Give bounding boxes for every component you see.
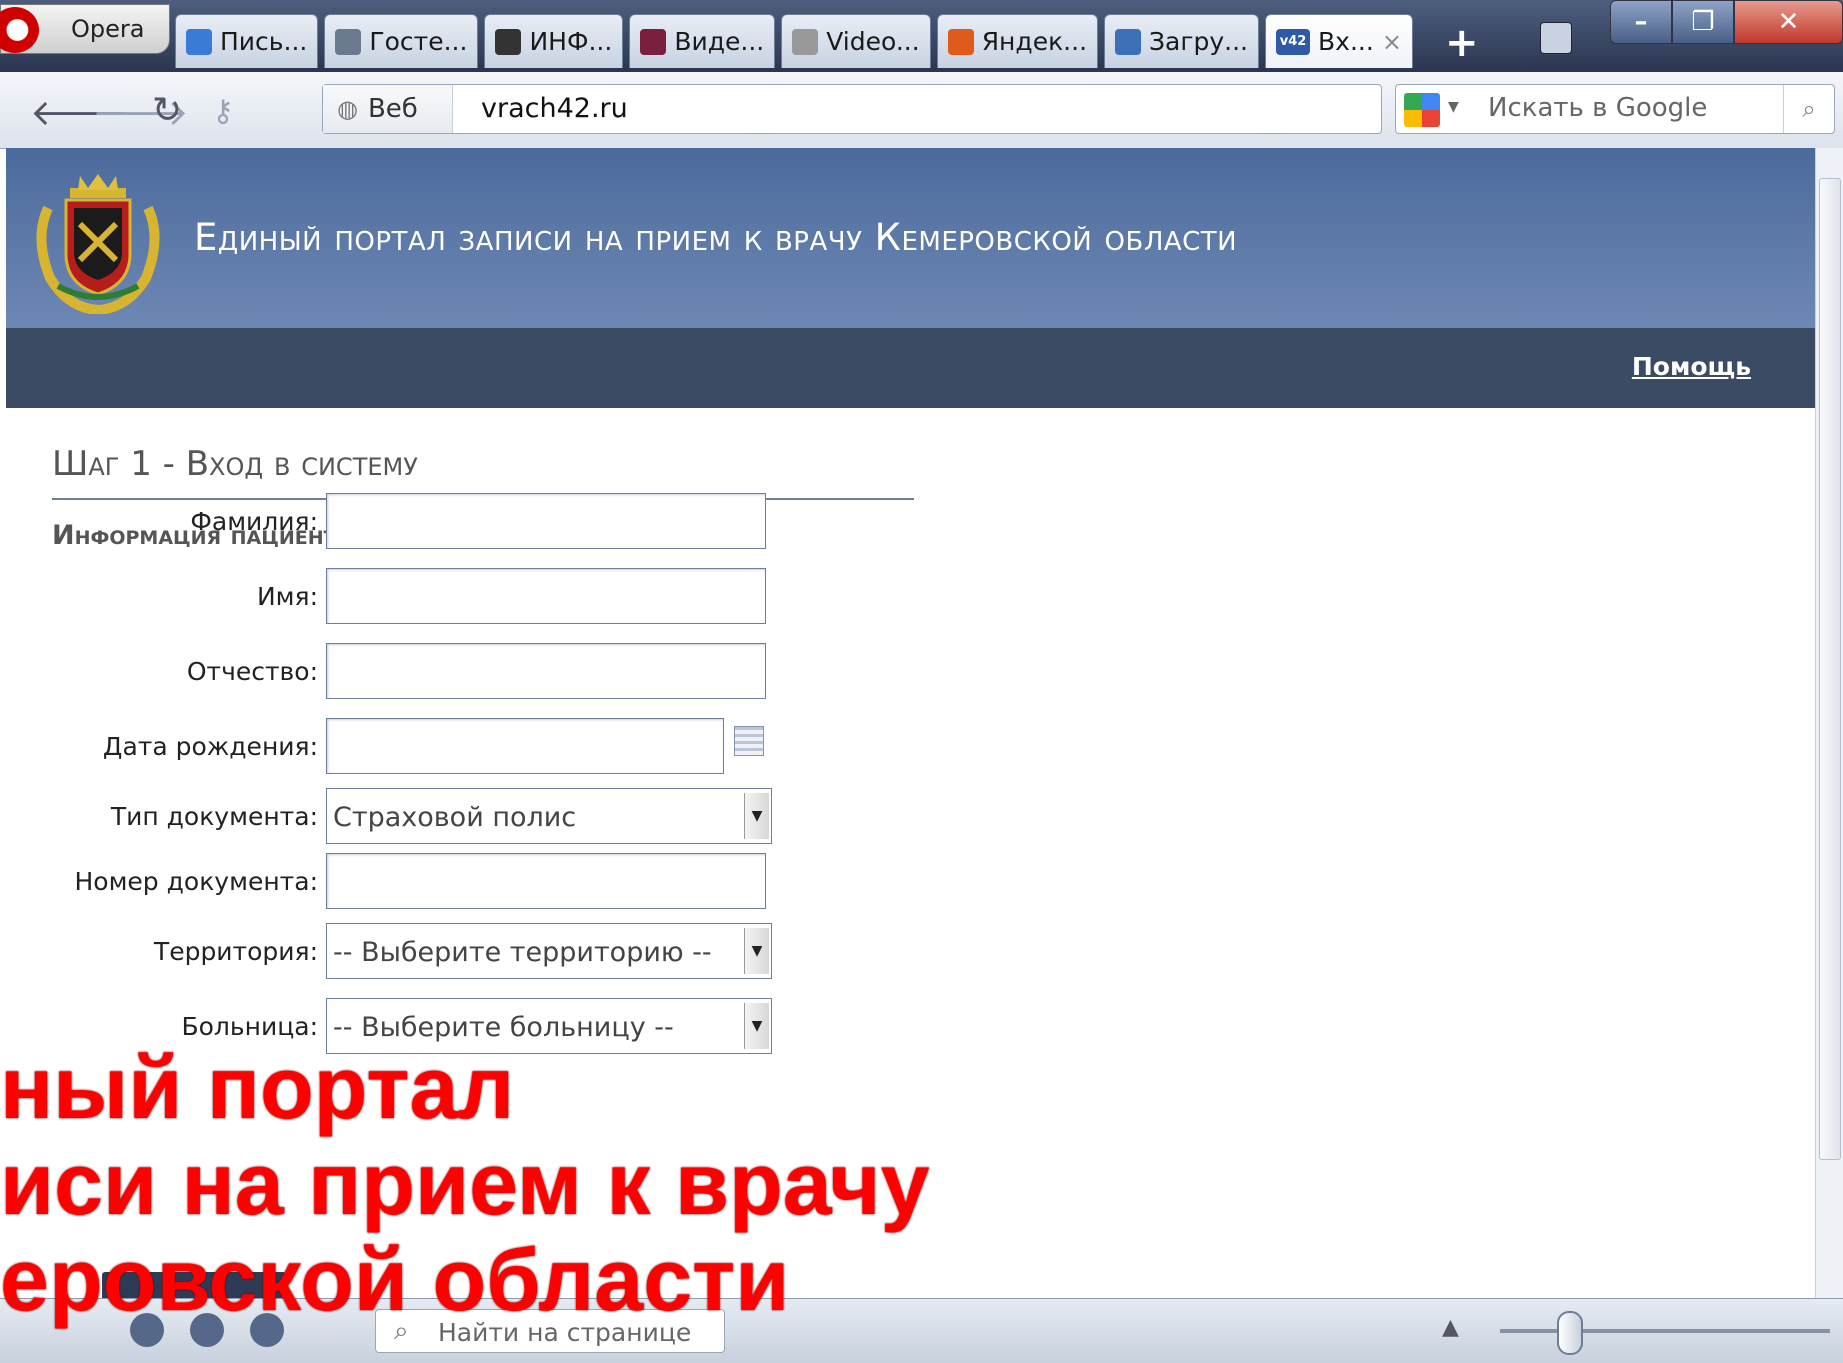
- loading-icon: [792, 28, 819, 55]
- tab-label: Пись...: [220, 27, 308, 56]
- zoom-slider[interactable]: [1500, 1329, 1830, 1333]
- people-icon: [947, 28, 974, 55]
- overlay-line: иси на прием к врачу: [0, 1134, 930, 1233]
- tab-strip: Пись... Госте... ИНФ... Виде... Video... Янде…: [175, 14, 1413, 70]
- select-field[interactable]: -- Выберите территорию -- ▼: [326, 923, 772, 979]
- browser-tab[interactable]: Яндек...: [936, 14, 1099, 68]
- site-menu-bar: Помощь: [6, 328, 1815, 408]
- overlay-line: ный портал: [0, 1038, 515, 1137]
- window-controls: – ❐ ✕: [1610, 0, 1843, 46]
- v42-icon: v42: [1276, 28, 1311, 55]
- select-field[interactable]: Страховой полис ▼: [326, 788, 772, 844]
- form-row: Территория: -- Выберите территорию -- ▼: [6, 923, 786, 981]
- site-header: Единый портал записи на прием к врачу Ке…: [6, 148, 1815, 328]
- slide-overlay-text: ный портал иси на прием к врачу еровской о…: [0, 1040, 930, 1328]
- close-window-button[interactable]: ✕: [1734, 0, 1843, 44]
- close-tab-icon[interactable]: ×: [1382, 28, 1402, 56]
- navigation-bar: 🡐 🡒 ↻ ⚷ ◍ Веб vrach42.ru ▼ Искать в Goog…: [0, 72, 1843, 149]
- zoom-slider-thumb[interactable]: [1557, 1311, 1583, 1355]
- maximize-button[interactable]: ❐: [1672, 0, 1734, 44]
- step-title: Шаг 1 - Вход в систему: [52, 444, 418, 484]
- tab-label: Госте...: [369, 27, 468, 56]
- form-row: Имя:: [6, 568, 786, 626]
- opera-menu-label: Opera: [71, 15, 145, 43]
- text-input[interactable]: [326, 493, 766, 549]
- browser-window: Opera Пись... Госте... ИНФ... Виде... Video.…: [0, 0, 1843, 1363]
- select-value: Страховой полис: [333, 802, 577, 833]
- form-row: Номер документа:: [6, 853, 786, 911]
- browser-tab[interactable]: v42 Вх... ×: [1265, 14, 1413, 68]
- date-input[interactable]: [326, 718, 724, 774]
- browser-tab[interactable]: Виде...: [629, 14, 776, 68]
- help-link[interactable]: Помощь: [1632, 352, 1751, 381]
- tab-bar: Opera Пись... Госте... ИНФ... Виде... Video.…: [0, 0, 1843, 72]
- select-value: -- Выберите территорию --: [333, 937, 712, 968]
- tab-label: ИНФ...: [529, 27, 613, 56]
- field-label: Отчество:: [186, 657, 318, 686]
- search-input[interactable]: Искать в Google: [1488, 93, 1707, 123]
- field-label: Номер документа:: [74, 867, 318, 896]
- chevron-down-icon[interactable]: ▼: [744, 928, 769, 974]
- address-mode-label: Веб: [367, 94, 418, 124]
- vertical-scrollbar[interactable]: [1815, 148, 1843, 1298]
- browser-tab[interactable]: Госте...: [324, 14, 479, 68]
- key-icon[interactable]: ⚷: [212, 94, 234, 129]
- trash-icon[interactable]: [1540, 22, 1572, 54]
- download-icon: [1115, 28, 1142, 55]
- chevron-down-icon[interactable]: ▼: [1448, 99, 1459, 115]
- tab-label: Яндек...: [981, 27, 1088, 56]
- address-bar[interactable]: ◍ Веб vrach42.ru: [322, 84, 1382, 134]
- tab-label: Video...: [826, 27, 920, 56]
- page-icon: [335, 28, 362, 55]
- link-icon: [495, 28, 522, 55]
- diamond-icon: [640, 28, 667, 55]
- overlay-line: еровской области: [0, 1230, 790, 1329]
- search-icon[interactable]: ⌕: [1783, 85, 1834, 133]
- globe-icon: ◍: [337, 95, 358, 123]
- browser-tab[interactable]: Video...: [781, 14, 931, 68]
- form-row: Дата рождения:: [6, 718, 786, 776]
- form-row: Отчество:: [6, 643, 786, 701]
- calendar-icon[interactable]: [734, 726, 764, 756]
- browser-tab[interactable]: ИНФ...: [484, 14, 624, 68]
- mail-icon: [186, 28, 212, 55]
- field-label: Тип документа:: [110, 802, 318, 831]
- zoom-up-icon[interactable]: ▲: [1442, 1315, 1459, 1340]
- site-title: Единый портал записи на прием к врачу Ке…: [194, 216, 1238, 259]
- field-label: Фамилия:: [190, 507, 318, 536]
- tab-label: Вх...: [1318, 27, 1374, 56]
- form-row: Тип документа: Страховой полис ▼: [6, 788, 786, 846]
- minimize-button[interactable]: –: [1610, 0, 1672, 44]
- text-input[interactable]: [326, 853, 766, 909]
- field-label: Больница:: [181, 1012, 318, 1041]
- field-label: Территория:: [153, 937, 318, 966]
- tab-label: Загру...: [1149, 27, 1249, 56]
- scrollbar-thumb[interactable]: [1819, 178, 1841, 1160]
- opera-menu-button[interactable]: Opera: [0, 4, 170, 54]
- field-label: Имя:: [256, 582, 318, 611]
- chevron-down-icon[interactable]: ▼: [744, 793, 769, 839]
- new-tab-icon[interactable]: +: [1445, 20, 1479, 66]
- search-box[interactable]: ▼ Искать в Google ⌕: [1395, 84, 1835, 134]
- text-input[interactable]: [326, 643, 766, 699]
- address-url[interactable]: vrach42.ru: [481, 93, 628, 124]
- opera-logo-icon: [0, 7, 39, 53]
- reload-icon[interactable]: ↻: [152, 90, 182, 131]
- form-row: Фамилия:: [6, 493, 786, 551]
- google-icon[interactable]: [1404, 93, 1440, 127]
- address-mode[interactable]: ◍ Веб: [323, 85, 453, 133]
- tab-label: Виде...: [674, 27, 765, 56]
- field-label: Дата рождения:: [102, 732, 318, 761]
- browser-tab[interactable]: Пись...: [175, 14, 319, 68]
- text-input[interactable]: [326, 568, 766, 624]
- browser-tab[interactable]: Загру...: [1104, 14, 1260, 68]
- coat-of-arms-icon: [36, 174, 160, 314]
